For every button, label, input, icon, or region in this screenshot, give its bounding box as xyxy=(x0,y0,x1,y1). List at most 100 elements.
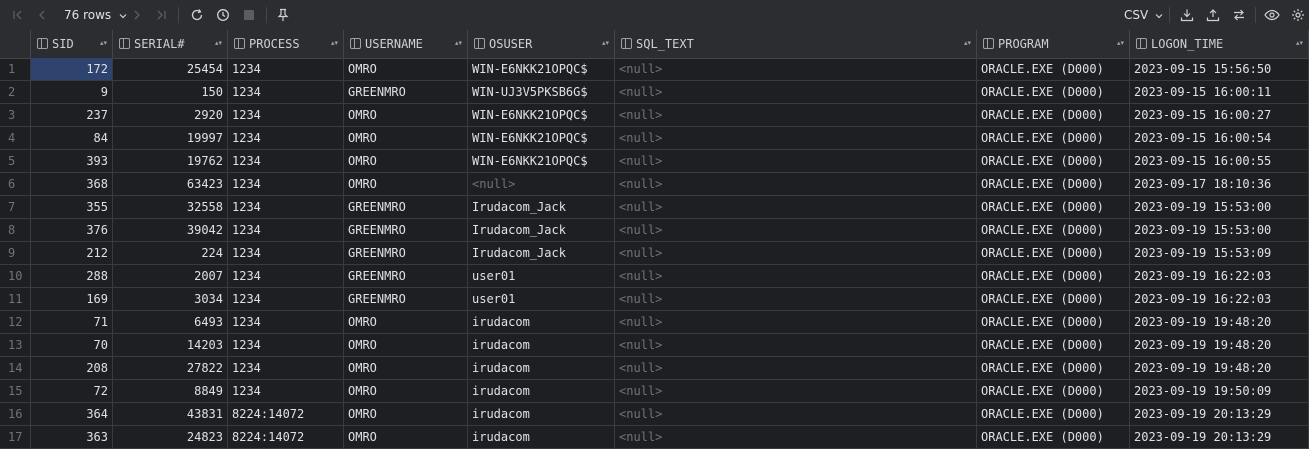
cell-logon-time[interactable]: 2023-09-17 18:10:36 xyxy=(1130,173,1309,195)
column-header-osuser[interactable]: OSUSER ▴▾ xyxy=(468,30,615,58)
column-header-logon-time[interactable]: LOGON_TIME ▴▾ xyxy=(1130,30,1309,58)
cell-program[interactable]: ORACLE.EXE (D000) xyxy=(977,380,1130,402)
cell-osuser[interactable]: irudacom xyxy=(468,357,615,379)
cell-process[interactable]: 1234 xyxy=(228,334,344,356)
gear-icon[interactable] xyxy=(1287,0,1309,30)
cell-username[interactable]: GREENMRO xyxy=(344,219,468,241)
cell-logon-time[interactable]: 2023-09-19 16:22:03 xyxy=(1130,265,1309,287)
sort-icon[interactable]: ▴▾ xyxy=(1117,38,1124,49)
cell-serial[interactable]: 224 xyxy=(113,242,228,264)
cell-logon-time[interactable]: 2023-09-19 19:48:20 xyxy=(1130,334,1309,356)
cell-logon-time[interactable]: 2023-09-15 16:00:54 xyxy=(1130,127,1309,149)
cell-program[interactable]: ORACLE.EXE (D000) xyxy=(977,219,1130,241)
table-row[interactable]: 15 72 8849 1234 OMRO irudacom <null> ORACLE.EXE… xyxy=(0,380,1309,403)
cell-process[interactable]: 1234 xyxy=(228,380,344,402)
cell-program[interactable]: ORACLE.EXE (D000) xyxy=(977,357,1130,379)
cell-logon-time[interactable]: 2023-09-19 15:53:00 xyxy=(1130,219,1309,241)
cell-username[interactable]: OMRO xyxy=(344,150,468,172)
cell-osuser[interactable]: WIN-E6NKK21OPQC$ xyxy=(468,127,615,149)
cell-sql-text[interactable]: <null> xyxy=(615,150,977,172)
cell-sid[interactable]: 364 xyxy=(31,403,113,425)
cell-program[interactable]: ORACLE.EXE (D000) xyxy=(977,265,1130,287)
cell-process[interactable]: 1234 xyxy=(228,104,344,126)
cell-logon-time[interactable]: 2023-09-19 16:22:03 xyxy=(1130,288,1309,310)
stop-icon[interactable] xyxy=(238,0,260,30)
history-icon[interactable] xyxy=(212,0,234,30)
table-row[interactable]: 1 172 25454 1234 OMRO WIN-E6NKK21OPQC$ <null> O… xyxy=(0,58,1309,81)
cell-process[interactable]: 1234 xyxy=(228,127,344,149)
cell-username[interactable]: OMRO xyxy=(344,334,468,356)
cell-program[interactable]: ORACLE.EXE (D000) xyxy=(977,150,1130,172)
cell-serial[interactable]: 2007 xyxy=(113,265,228,287)
cell-process[interactable]: 1234 xyxy=(228,81,344,103)
cell-process[interactable]: 8224:14072 xyxy=(228,403,344,425)
cell-osuser[interactable]: irudacom xyxy=(468,426,615,448)
cell-osuser[interactable]: Irudacom_Jack xyxy=(468,242,615,264)
cell-osuser[interactable]: user01 xyxy=(468,288,615,310)
cell-program[interactable]: ORACLE.EXE (D000) xyxy=(977,311,1130,333)
cell-program[interactable]: ORACLE.EXE (D000) xyxy=(977,104,1130,126)
cell-program[interactable]: ORACLE.EXE (D000) xyxy=(977,288,1130,310)
cell-program[interactable]: ORACLE.EXE (D000) xyxy=(977,196,1130,218)
cell-osuser[interactable]: irudacom xyxy=(468,334,615,356)
cell-osuser[interactable]: WIN-UJ3V5PKSB6G$ xyxy=(468,81,615,103)
cell-program[interactable]: ORACLE.EXE (D000) xyxy=(977,426,1130,448)
sort-icon[interactable]: ▴▾ xyxy=(1296,38,1303,49)
cell-sid[interactable]: 169 xyxy=(31,288,113,310)
cell-serial[interactable]: 24823 xyxy=(113,426,228,448)
cell-username[interactable]: OMRO xyxy=(344,357,468,379)
sort-icon[interactable]: ▴▾ xyxy=(100,38,107,49)
pin-icon[interactable] xyxy=(272,0,294,30)
cell-serial[interactable]: 2920 xyxy=(113,104,228,126)
cell-logon-time[interactable]: 2023-09-19 15:53:00 xyxy=(1130,196,1309,218)
column-header-sql-text[interactable]: SQL_TEXT ▴▾ xyxy=(615,30,977,58)
table-row[interactable]: 4 84 19997 1234 OMRO WIN-E6NKK21OPQC$ <null> OR… xyxy=(0,127,1309,150)
cell-sql-text[interactable]: <null> xyxy=(615,173,977,195)
table-row[interactable]: 5 393 19762 1234 OMRO WIN-E6NKK21OPQC$ <null> O… xyxy=(0,150,1309,173)
cell-sql-text[interactable]: <null> xyxy=(615,196,977,218)
cell-sql-text[interactable]: <null> xyxy=(615,380,977,402)
cell-sql-text[interactable]: <null> xyxy=(615,127,977,149)
cell-username[interactable]: OMRO xyxy=(344,403,468,425)
cell-serial[interactable]: 25454 xyxy=(113,58,228,80)
cell-process[interactable]: 1234 xyxy=(228,150,344,172)
cell-program[interactable]: ORACLE.EXE (D000) xyxy=(977,173,1130,195)
cell-sid[interactable]: 355 xyxy=(31,196,113,218)
cell-process[interactable]: 1234 xyxy=(228,219,344,241)
cell-sql-text[interactable]: <null> xyxy=(615,219,977,241)
cell-logon-time[interactable]: 2023-09-19 20:13:29 xyxy=(1130,426,1309,448)
cell-serial[interactable]: 3034 xyxy=(113,288,228,310)
cell-username[interactable]: GREENMRO xyxy=(344,81,468,103)
table-row[interactable]: 8 376 39042 1234 GREENMRO Irudacom_Jack <null>… xyxy=(0,219,1309,242)
sort-icon[interactable]: ▴▾ xyxy=(331,38,338,49)
upload-icon[interactable] xyxy=(1202,0,1224,30)
cell-sid[interactable]: 72 xyxy=(31,380,113,402)
cell-sql-text[interactable]: <null> xyxy=(615,265,977,287)
cell-sid[interactable]: 212 xyxy=(31,242,113,264)
table-row[interactable]: 12 71 6493 1234 OMRO irudacom <null> ORACLE.EXE… xyxy=(0,311,1309,334)
next-page-icon[interactable] xyxy=(127,0,147,30)
cell-sid[interactable]: 70 xyxy=(31,334,113,356)
cell-serial[interactable]: 14203 xyxy=(113,334,228,356)
cell-sid[interactable]: 376 xyxy=(31,219,113,241)
cell-program[interactable]: ORACLE.EXE (D000) xyxy=(977,81,1130,103)
cell-username[interactable]: OMRO xyxy=(344,426,468,448)
cell-sid[interactable]: 363 xyxy=(31,426,113,448)
export-format-dropdown[interactable]: CSV xyxy=(1124,0,1164,30)
table-row[interactable]: 2 9 150 1234 GREENMRO WIN-UJ3V5PKSB6G$ <null> O… xyxy=(0,81,1309,104)
cell-process[interactable]: 1234 xyxy=(228,196,344,218)
cell-logon-time[interactable]: 2023-09-19 19:48:20 xyxy=(1130,311,1309,333)
cell-logon-time[interactable]: 2023-09-19 15:53:09 xyxy=(1130,242,1309,264)
cell-program[interactable]: ORACLE.EXE (D000) xyxy=(977,58,1130,80)
sort-icon[interactable]: ▴▾ xyxy=(455,38,462,49)
column-header-program[interactable]: PROGRAM ▴▾ xyxy=(977,30,1130,58)
column-header-username[interactable]: USERNAME ▴▾ xyxy=(344,30,468,58)
cell-sql-text[interactable]: <null> xyxy=(615,426,977,448)
cell-osuser[interactable]: irudacom xyxy=(468,403,615,425)
column-header-process[interactable]: PROCESS ▴▾ xyxy=(228,30,344,58)
cell-osuser[interactable]: irudacom xyxy=(468,380,615,402)
cell-sid[interactable]: 368 xyxy=(31,173,113,195)
last-page-icon[interactable] xyxy=(151,0,171,30)
cell-serial[interactable]: 43831 xyxy=(113,403,228,425)
table-row[interactable]: 7 355 32558 1234 GREENMRO Irudacom_Jack <null>… xyxy=(0,196,1309,219)
